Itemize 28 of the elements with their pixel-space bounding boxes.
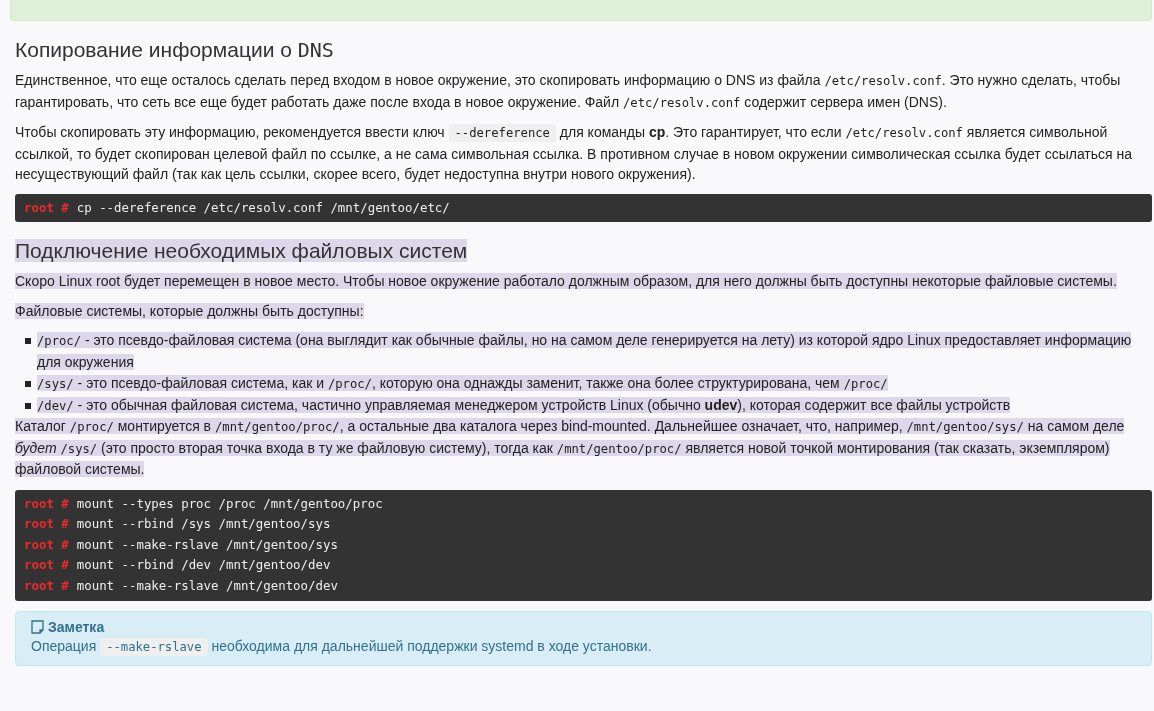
- command-text: mount --rbind /sys /mnt/gentoo/sys: [76, 515, 331, 534]
- prompt-label: root #: [24, 515, 69, 534]
- list-item: /proc/ - это псевдо-файловая система (она выглядит как обычные файлы, но на самом деле генерируется на лету) из которой ядро Linux предоставляет информацию для окружения: [37, 331, 1133, 373]
- note-icon: [31, 619, 44, 634]
- bullet-icon: [25, 403, 31, 410]
- command-text: mount --make-rslave /mnt/gentoo/dev: [76, 576, 338, 595]
- paragraph: Единственное, что еще осталось сделать перед входом в новое окружение, это скопировать информацию о DNS из файла /etc/resolv.conf. Это нужно сделать, чтобы гарантировать, что сеть все еще будет работать даже после входа в новое окружение. Файл /etc/resolv.conf содержит сервера имен (DNS).: [15, 71, 1122, 112]
- paragraph: Каталог /proc/ монтируется в /mnt/gentoo/proc/, а остальные два каталога через bind-mounted. Дальнейшее означает, что, например, /mnt/gentoo/sys/ на самом деле будет /sys/ (это просто вторая точка входа в ту же файловую систему), тогда как /mnt/gentoo/proc/ является новой точкой монтирования (так сказать, экземпляром) файловой системы.: [15, 417, 1126, 480]
- bullet-icon: [25, 381, 31, 388]
- list-item: /sys/ - это псевдо-файловая система, как и /proc/, которую она однажды заменит, также она более структурирована, чем /proc/: [37, 374, 889, 394]
- paragraph: Чтобы скопировать эту информацию, рекомендуется ввести ключ --dereference для команды cp. Это гарантирует, что если /etc/resolv.conf является символьной ссылкой, то будет скопирован целевой файл по ссылке, а не сама символьная ссылка. В противном случае в новом окружении символическая ссылка будет ссылаться на несуществующий файл (так как цель ссылки, скорее всего, будет недоступна внутри нового окружения).: [15, 123, 1134, 184]
- section-heading: Подключение необходимых файловых систем: [15, 238, 469, 265]
- section-heading: Копирование информации о DNS: [15, 37, 335, 63]
- paragraph: Скоро Linux root будет перемещен в новое место. Чтобы новое окружение работало должным образом, для него должны быть доступны некоторые файловые системы.: [15, 272, 1118, 292]
- note-text: Операция --make-rslave необходима для дальнейшей поддержки systemd в ходе установки.: [31, 636, 653, 658]
- bullet-icon: [25, 338, 31, 345]
- prompt-label: root #: [24, 198, 69, 217]
- paragraph: Файловые системы, которые должны быть доступны:: [15, 301, 365, 321]
- command-text: mount --types proc /proc /mnt/gentoo/proc: [76, 494, 383, 513]
- list-item: /dev/ - это обычная файловая система, частично управляемая менеджером устройств Linux (обычно udev), которая содержит все файлы устройств: [37, 396, 1012, 416]
- command-text: mount --make-rslave /mnt/gentoo/sys: [76, 535, 338, 554]
- prompt-label: root #: [24, 494, 69, 513]
- prompt-label: root #: [24, 576, 69, 595]
- command-text: mount --rbind /dev /mnt/gentoo/dev: [76, 556, 331, 575]
- prompt-label: root #: [24, 535, 69, 554]
- prompt-label: root #: [24, 556, 69, 575]
- note-title: Заметка: [48, 618, 105, 635]
- command-text: cp --dereference /etc/resolv.conf /mnt/gentoo/etc/: [76, 198, 450, 217]
